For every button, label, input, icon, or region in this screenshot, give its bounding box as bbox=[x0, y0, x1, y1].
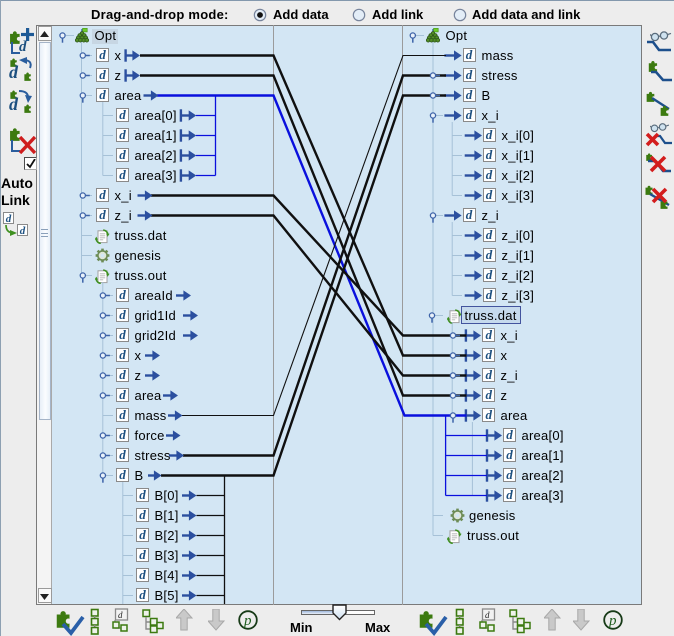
svg-text:d: d bbox=[485, 610, 490, 620]
svg-text:d: d bbox=[118, 610, 123, 620]
svg-text:p: p bbox=[243, 613, 252, 629]
svg-text:p: p bbox=[608, 613, 617, 629]
